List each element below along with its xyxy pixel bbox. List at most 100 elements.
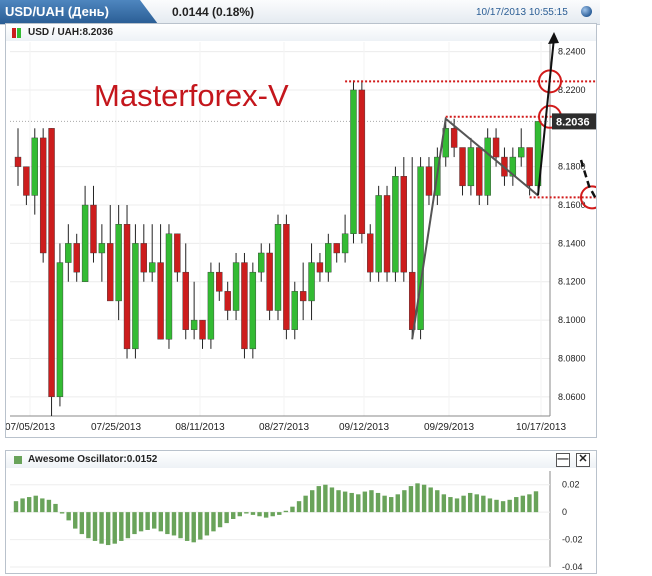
oscillator-bar xyxy=(520,495,526,513)
x-tick-label: 08/11/2013 xyxy=(175,422,225,433)
oscillator-bar xyxy=(105,512,111,546)
candle-body xyxy=(140,243,148,273)
oscillator-bar xyxy=(263,512,269,518)
oscillator-bar xyxy=(270,512,275,517)
candle-body xyxy=(98,243,106,254)
candle-body xyxy=(132,243,139,350)
candle-body xyxy=(358,89,366,234)
x-tick-label: 07/25/2013 xyxy=(91,422,141,433)
chart-header-bar: USD/UAH (День) 0.0144 (0.18%) 10/17/2013… xyxy=(0,0,600,25)
candle-body xyxy=(157,262,164,340)
oscillator-bar xyxy=(356,494,361,513)
oscillator-bar xyxy=(198,512,203,540)
oscillator-bar xyxy=(362,491,368,513)
quote-datetime: 10/17/2013 10:55:15 xyxy=(476,7,568,18)
price-change: 0.0144 (0.18%) xyxy=(172,5,255,19)
oscillator-bar xyxy=(388,497,394,513)
candle-body xyxy=(81,204,89,282)
candle-body xyxy=(207,271,215,340)
oscillator-bar xyxy=(191,512,196,543)
candle-body xyxy=(476,147,483,196)
oscillator-bar xyxy=(53,503,58,513)
candle-body xyxy=(65,243,72,263)
oscillator-bar xyxy=(171,512,177,536)
candle-body xyxy=(484,137,491,196)
oscillator-bar xyxy=(79,512,85,535)
price-chart[interactable]: 8.24008.22008.18008.16008.14008.12008.10… xyxy=(6,24,596,437)
candle-body xyxy=(14,156,22,167)
oscillator-bar xyxy=(474,494,479,513)
candle-body xyxy=(316,262,324,273)
oscillator-bar xyxy=(86,512,91,539)
candle-body xyxy=(249,271,257,350)
oscillator-bar xyxy=(375,492,381,513)
candle-body xyxy=(107,243,114,302)
y-tick-label: 0.02 xyxy=(562,480,580,490)
oscillator-bar xyxy=(481,495,486,513)
oscillator-bar xyxy=(224,512,229,524)
oscillator-bar xyxy=(435,490,440,513)
oscillator-bar xyxy=(277,512,282,515)
oscillator-chart[interactable]: 0.02 0 -0.02 -0.04 xyxy=(6,451,596,573)
y-tick-label: 8.0800 xyxy=(558,353,586,363)
oscillator-bar xyxy=(92,512,98,541)
x-tick-label: 09/29/2013 xyxy=(424,422,474,433)
oscillator-bar xyxy=(178,512,183,539)
y-tick-label: 8.2200 xyxy=(558,85,586,95)
oscillator-bar xyxy=(421,484,427,513)
globe-icon[interactable] xyxy=(581,6,592,17)
oscillator-bar xyxy=(349,492,354,513)
candle-body xyxy=(518,147,525,158)
y-tick-label: 8.1000 xyxy=(558,315,586,325)
candle-body xyxy=(148,262,156,273)
candle-body xyxy=(383,195,391,273)
candle-body xyxy=(90,204,97,254)
oscillator-bar xyxy=(20,498,25,513)
oscillator-bar xyxy=(211,512,216,532)
candle-body xyxy=(123,224,131,350)
oscillator-bar xyxy=(152,512,157,529)
oscillator-bar xyxy=(467,492,473,513)
candle-body xyxy=(299,291,307,302)
oscillator-bar xyxy=(329,487,335,513)
symbol-title-tab[interactable]: USD/UAH (День) xyxy=(0,0,158,24)
candle-body xyxy=(350,89,357,234)
x-tick-label: 08/27/2013 xyxy=(259,422,309,433)
y-tick-label: 8.0600 xyxy=(558,392,586,402)
oscillator-bar xyxy=(402,490,407,513)
oscillator-bar xyxy=(507,499,512,513)
candle-body xyxy=(367,233,374,273)
x-tick-label: 10/17/2013 xyxy=(516,422,566,433)
oscillator-bar xyxy=(428,487,433,513)
candle-body xyxy=(291,291,298,330)
candle-body xyxy=(333,243,340,254)
candle-body xyxy=(308,262,315,302)
price-chart-panel: USD / UAH:8.2036 8.2400 8.2200 8.1800 8.160… xyxy=(5,23,597,438)
candle-body xyxy=(258,252,265,273)
y-tick-label: 8.1400 xyxy=(558,238,586,248)
candle-body xyxy=(459,147,466,187)
oscillator-bar xyxy=(26,497,32,513)
candle-body xyxy=(417,166,424,330)
oscillator-bar xyxy=(494,499,499,513)
oscillator-bar xyxy=(33,495,38,513)
candle-body xyxy=(274,224,282,311)
candle-body xyxy=(23,166,30,196)
oscillator-bar xyxy=(316,486,321,513)
candle-body xyxy=(450,128,458,148)
oscillator-bar xyxy=(99,512,104,544)
oscillator-bar xyxy=(40,498,45,513)
oscillator-panel: Awesome Oscillator:0.0152 — ✕ 0.02 0 -0.02… xyxy=(5,450,597,574)
candle-body xyxy=(375,195,382,273)
y-tick-label: -0.04 xyxy=(562,562,583,572)
oscillator-bar xyxy=(382,495,387,513)
y-tick-label: -0.02 xyxy=(562,535,583,545)
candle-body xyxy=(224,291,231,311)
candle-body xyxy=(392,176,399,273)
oscillator-bar xyxy=(514,497,519,513)
oscillator-bar xyxy=(237,512,242,517)
oscillator-bar xyxy=(112,512,117,544)
candle-body xyxy=(425,166,433,196)
candle-body xyxy=(31,137,38,196)
oscillator-bar xyxy=(487,498,493,513)
